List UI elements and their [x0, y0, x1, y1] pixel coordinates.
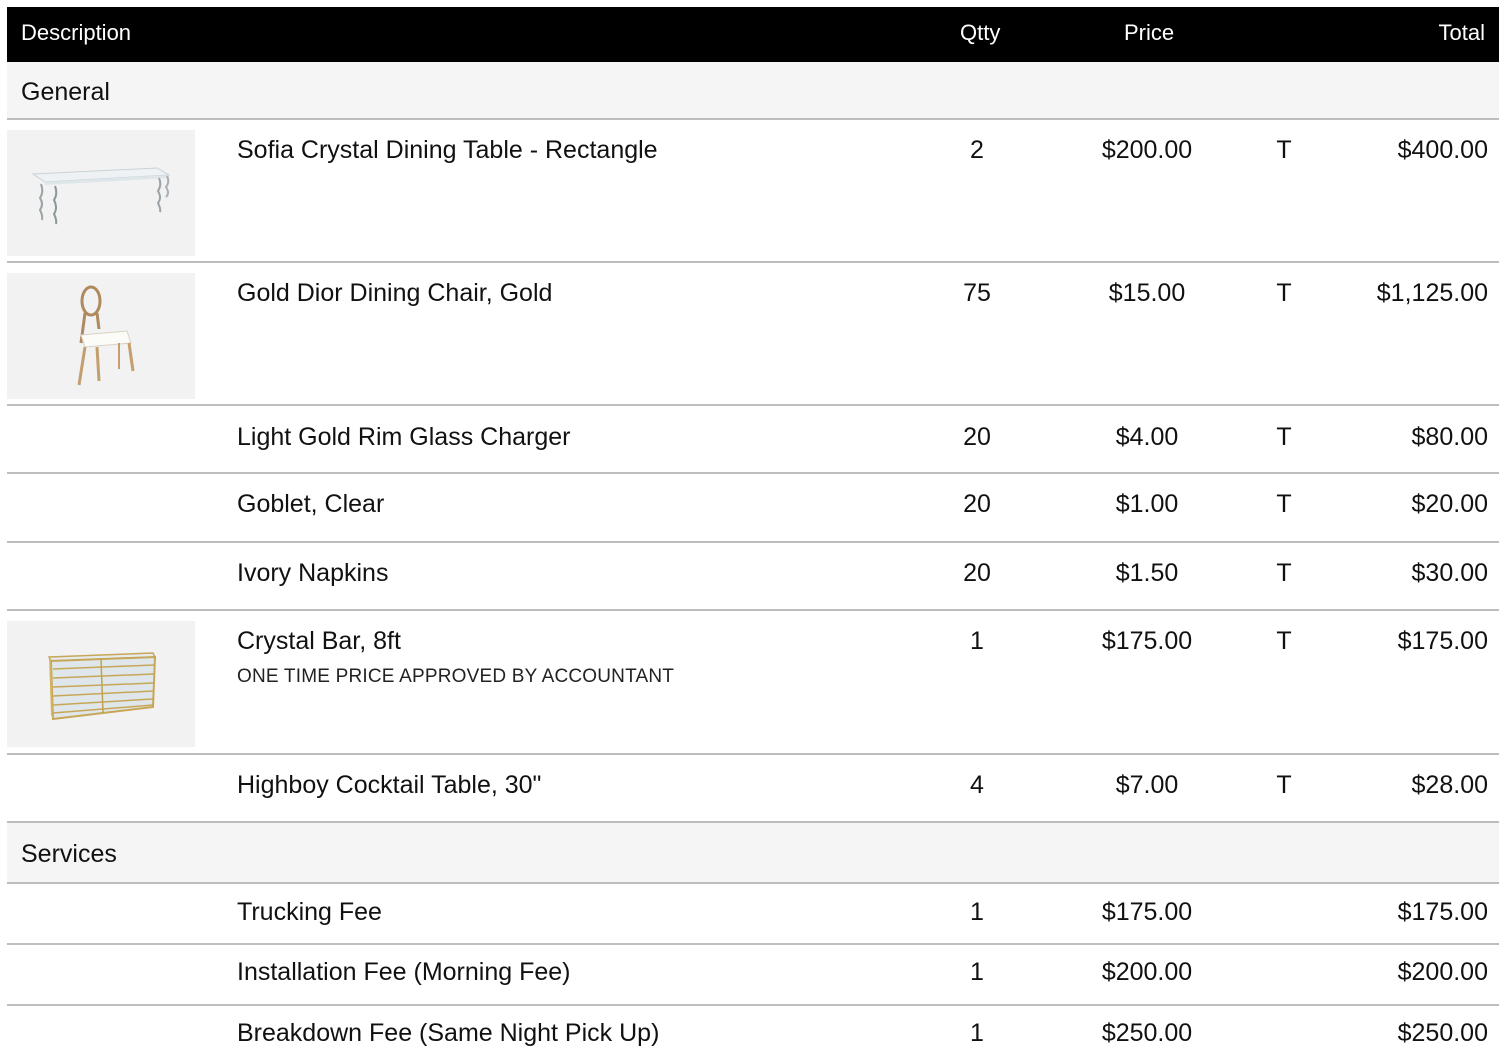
item-description: Ivory Napkins	[237, 559, 389, 587]
item-price: $175.00	[1101, 898, 1193, 926]
item-description: Highboy Cocktail Table, 30"	[237, 771, 542, 799]
item-tax-flag: T	[1276, 279, 1292, 307]
item-price: $250.00	[1101, 1019, 1193, 1047]
table-row: Trucking Fee 1 $175.00 $175.00	[7, 884, 1499, 945]
item-qty: 2	[970, 136, 984, 164]
table-row: Installation Fee (Morning Fee) 1 $200.00…	[7, 945, 1499, 1006]
table-row: Highboy Cocktail Table, 30" 4 $7.00 T $2…	[7, 755, 1499, 823]
item-tax-flag: T	[1276, 627, 1292, 655]
item-tax-flag: T	[1276, 423, 1292, 451]
item-qty: 4	[970, 771, 984, 799]
item-total: $400.00	[1397, 136, 1488, 164]
item-qty: 20	[963, 490, 991, 518]
item-price: $175.00	[1101, 627, 1193, 655]
crystal-bar-icon	[7, 621, 195, 747]
item-total: $200.00	[1397, 958, 1488, 986]
item-description: Gold Dior Dining Chair, Gold	[237, 279, 553, 307]
item-tax-flag: T	[1276, 490, 1292, 518]
item-description: Sofia Crystal Dining Table - Rectangle	[237, 136, 658, 164]
header-qty: Qtty	[960, 20, 1001, 45]
item-price: $1.00	[1115, 490, 1179, 518]
item-tax-flag: T	[1276, 136, 1292, 164]
item-total: $20.00	[1411, 490, 1488, 518]
item-description: Crystal Bar, 8ft	[237, 627, 401, 655]
section-services: Services	[7, 823, 1499, 884]
item-tax-flag: T	[1276, 559, 1292, 587]
section-title: General	[21, 78, 110, 106]
item-qty: 20	[963, 559, 991, 587]
item-total: $28.00	[1411, 771, 1488, 799]
header-description: Description	[21, 20, 132, 45]
table-row: Light Gold Rim Glass Charger 20 $4.00 T …	[7, 406, 1499, 474]
item-price: $1.50	[1115, 559, 1179, 587]
crystal-table-icon	[7, 130, 195, 256]
item-price: $200.00	[1101, 136, 1193, 164]
item-qty: 20	[963, 423, 991, 451]
item-total: $80.00	[1411, 423, 1488, 451]
header-total: Total	[1438, 20, 1485, 45]
item-price: $15.00	[1108, 279, 1186, 307]
item-price: $200.00	[1101, 958, 1193, 986]
table-row: Breakdown Fee (Same Night Pick Up) 1 $25…	[7, 1006, 1499, 1054]
item-description: Trucking Fee	[237, 898, 382, 926]
item-tax-flag: T	[1276, 771, 1292, 799]
item-description: Light Gold Rim Glass Charger	[237, 423, 571, 451]
table-row: Gold Dior Dining Chair, Gold 75 $15.00 T…	[7, 263, 1499, 406]
item-qty: 1	[970, 1019, 984, 1047]
line-items-table: Description Qtty Price Total General Sof…	[7, 7, 1499, 1054]
item-description: Breakdown Fee (Same Night Pick Up)	[237, 1019, 660, 1047]
item-total: $30.00	[1411, 559, 1488, 587]
item-price: $4.00	[1115, 423, 1179, 451]
table-row: Ivory Napkins 20 $1.50 T $30.00	[7, 543, 1499, 611]
dior-chair-icon	[7, 273, 195, 399]
item-total: $175.00	[1397, 627, 1488, 655]
item-description: Goblet, Clear	[237, 490, 385, 518]
table-row: Crystal Bar, 8ft ONE TIME PRICE APPROVED…	[7, 611, 1499, 755]
item-price: $7.00	[1115, 771, 1179, 799]
item-qty: 1	[970, 898, 984, 926]
item-qty: 75	[963, 279, 991, 307]
item-note: ONE TIME PRICE APPROVED BY ACCOUNTANT	[237, 666, 675, 687]
item-total: $175.00	[1397, 898, 1488, 926]
item-qty: 1	[970, 627, 984, 655]
table-row: Sofia Crystal Dining Table - Rectangle 2…	[7, 120, 1499, 263]
table-row: Goblet, Clear 20 $1.00 T $20.00	[7, 474, 1499, 543]
table-header: Description Qtty Price Total	[7, 7, 1499, 62]
item-total: $250.00	[1397, 1019, 1488, 1047]
item-qty: 1	[970, 958, 984, 986]
header-price: Price	[1124, 20, 1175, 45]
item-total: $1,125.00	[1376, 279, 1488, 307]
item-description: Installation Fee (Morning Fee)	[237, 958, 571, 986]
section-general: General	[7, 62, 1499, 120]
section-title: Services	[21, 840, 117, 868]
